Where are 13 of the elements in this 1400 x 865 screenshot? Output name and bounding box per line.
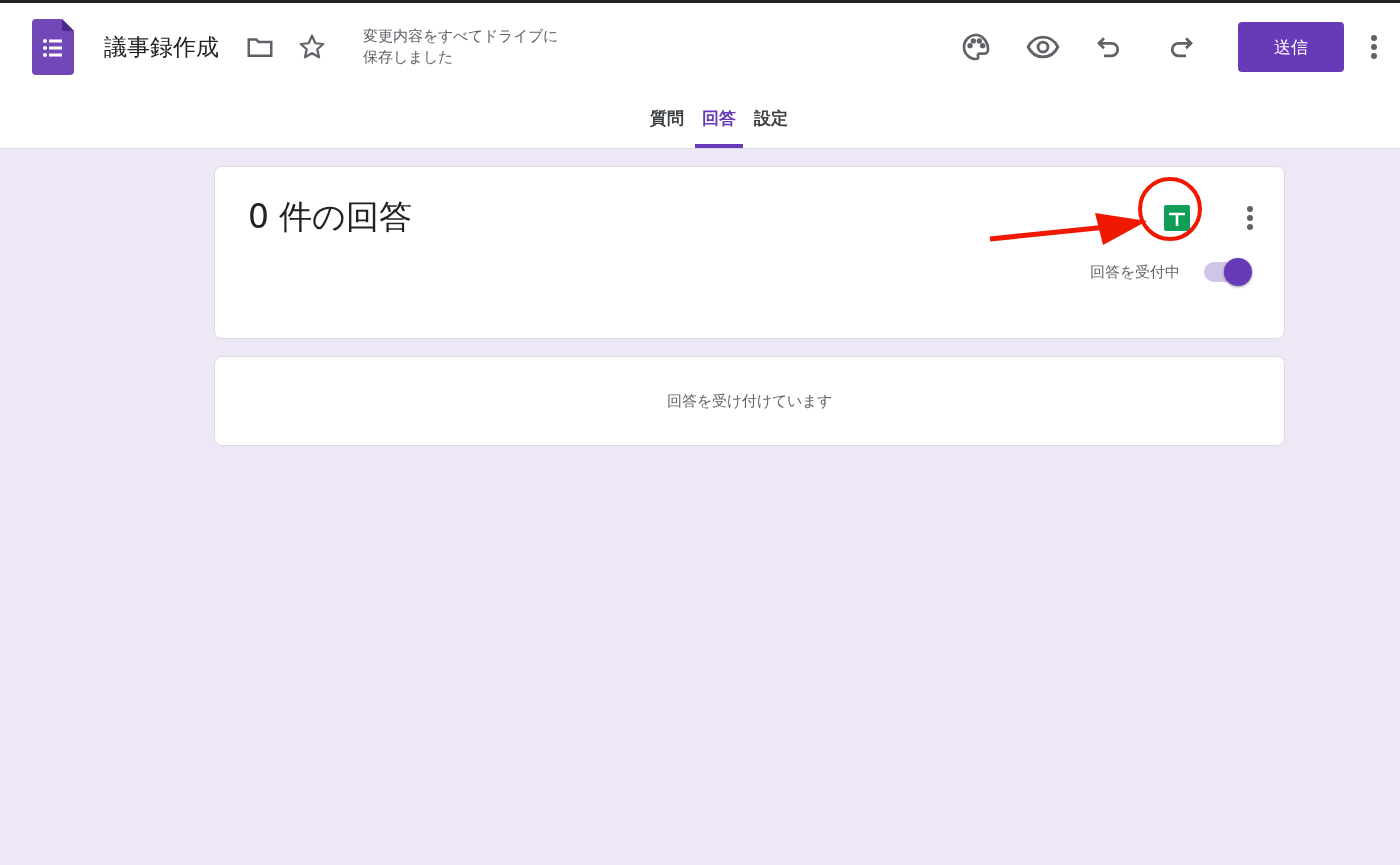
tab[interactable]: 質問 [643, 107, 691, 148]
response-count: 0 件の回答 [248, 196, 413, 238]
toggle-thumb[interactable] [1224, 258, 1252, 286]
accepting-label: 回答を受付中 [1090, 262, 1180, 282]
send-button[interactable]: 送信 [1238, 22, 1344, 72]
accepting-toggle[interactable] [1202, 258, 1252, 286]
tab[interactable]: 設定 [747, 107, 795, 148]
accepting-message: 回答を受け付けています [667, 391, 832, 411]
form-title[interactable]: 議事録作成 [104, 31, 219, 63]
save-status: 変更内容をすべてドライブに保存しました [363, 26, 558, 68]
forms-logo-icon[interactable] [32, 19, 74, 75]
tab[interactable]: 回答 [695, 107, 743, 148]
highlight-circle [1138, 177, 1202, 241]
